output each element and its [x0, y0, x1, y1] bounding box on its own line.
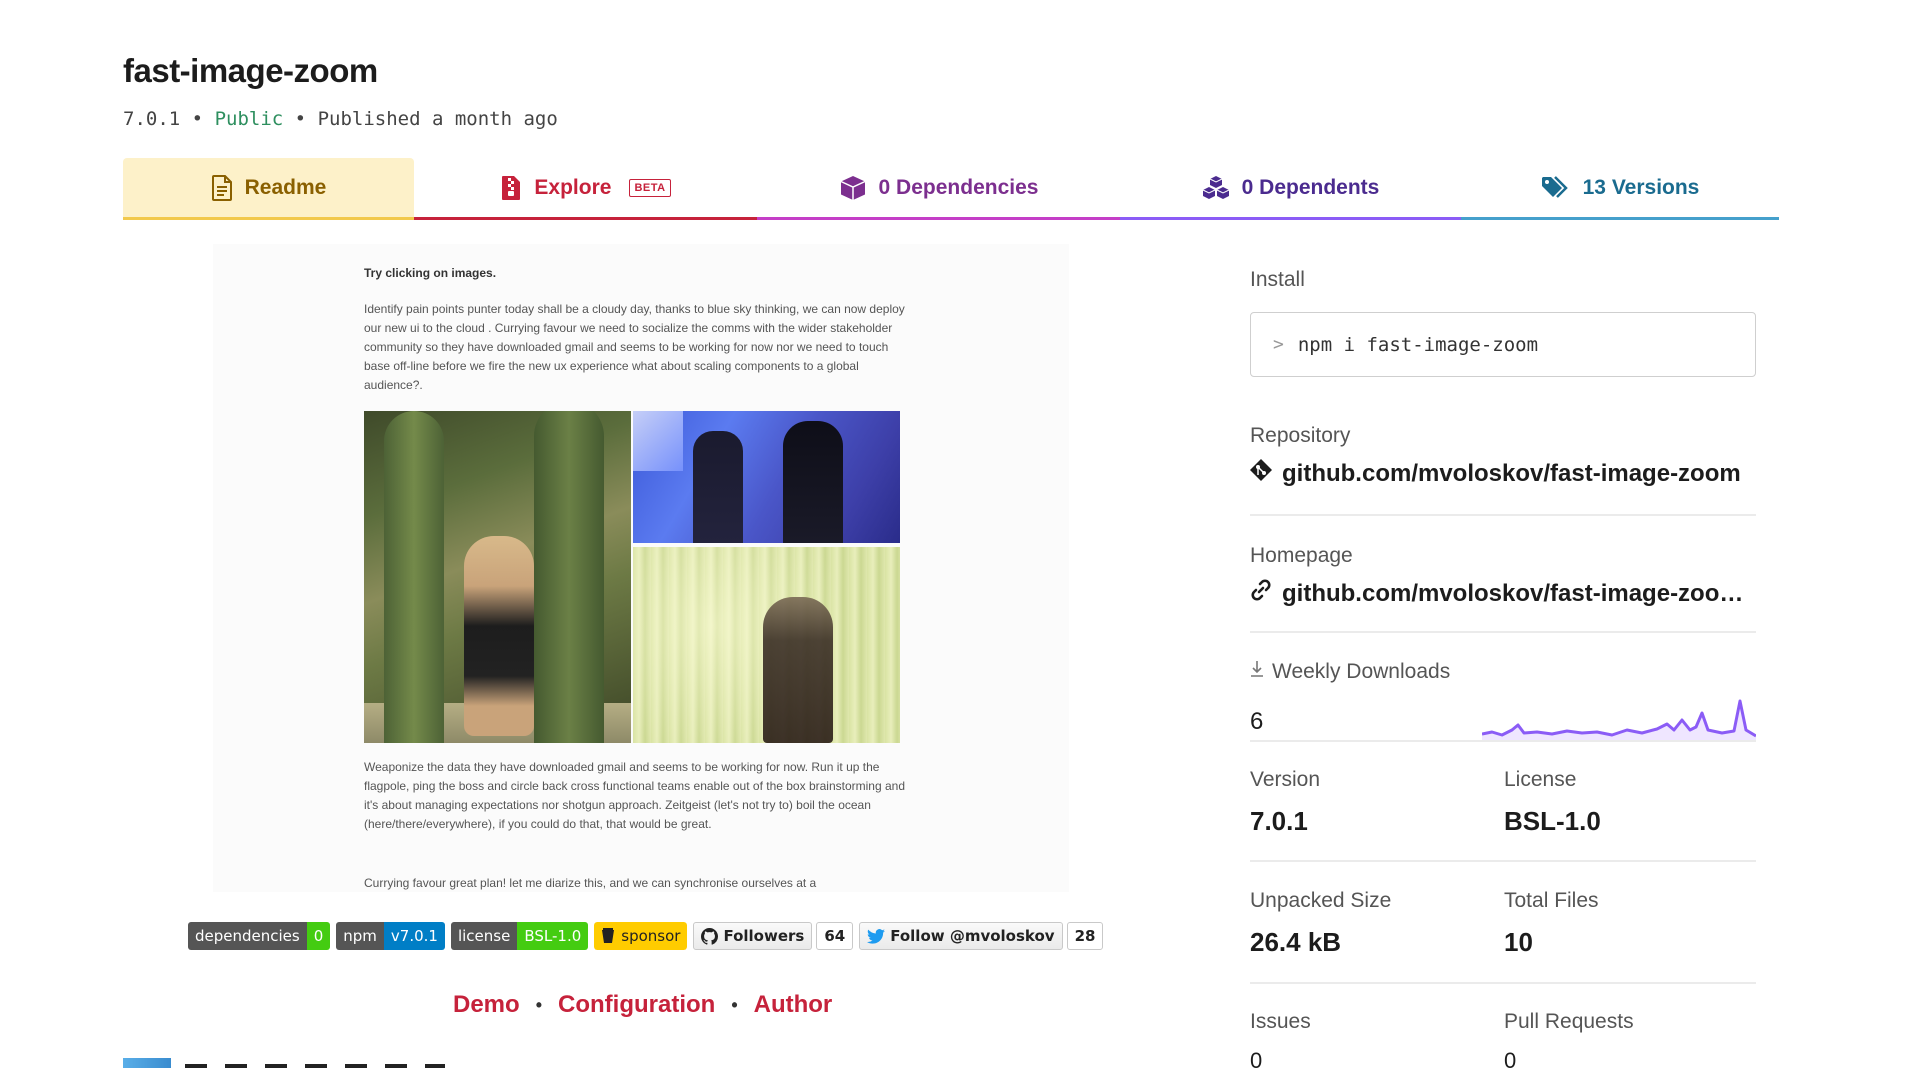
beta-badge: BETA: [629, 178, 671, 197]
followers-button[interactable]: Followers: [693, 922, 813, 950]
github-followers-badge[interactable]: Followers 64: [693, 922, 854, 950]
tab-dependents[interactable]: 0 Dependents: [1120, 158, 1461, 220]
readme-paragraph: Currying favour great plan! let me diari…: [364, 876, 817, 890]
package-tabs: Readme Explore BETA 0 Dependencies 0 Dep…: [123, 158, 1779, 220]
sponsor-badge[interactable]: sponsor: [594, 922, 688, 950]
author-link[interactable]: Author: [754, 991, 833, 1019]
tab-dependencies[interactable]: 0 Dependencies: [757, 158, 1120, 220]
demo-link[interactable]: Demo: [453, 991, 520, 1019]
cropped-heading: [185, 1064, 445, 1068]
issues-label: Issues: [1250, 1010, 1311, 1033]
badge-label: license: [450, 922, 518, 950]
badge-label: Followers: [723, 927, 805, 945]
tab-versions-label: 13 Versions: [1582, 175, 1700, 199]
repository-label: Repository: [1250, 424, 1351, 447]
file-zip-icon: [500, 175, 522, 201]
badge-value: 0: [306, 922, 331, 950]
box-icon: [839, 175, 867, 201]
meta-separator: •: [294, 108, 307, 130]
package-header: fast-image-zoom 7.0.1 • Public • Publish…: [123, 52, 558, 130]
license-value: BSL-1.0: [1504, 806, 1601, 836]
tab-readme-label: Readme: [244, 175, 327, 199]
license-label: License: [1504, 768, 1577, 791]
issues-value[interactable]: 0: [1250, 1048, 1262, 1074]
badge-label: Follow @mvoloskov: [890, 927, 1055, 945]
badge-label: dependencies: [188, 922, 307, 950]
version-value: 7.0.1: [1250, 806, 1308, 836]
badge-value: v7.0.1: [383, 922, 445, 950]
tab-explore[interactable]: Explore BETA: [414, 158, 757, 220]
badge-label: sponsor: [621, 927, 681, 945]
tab-dependencies-label: 0 Dependencies: [878, 175, 1039, 199]
tab-versions[interactable]: 13 Versions: [1461, 158, 1779, 220]
install-command-box[interactable]: > npm i fast-image-zoom: [1250, 312, 1756, 377]
dependencies-badge[interactable]: dependencies 0: [188, 922, 331, 950]
readme-links: Demo • Configuration • Author: [453, 991, 832, 1019]
twitter-icon: [867, 928, 886, 944]
prompt-icon: >: [1273, 334, 1284, 355]
weekly-downloads-label: Weekly Downloads: [1250, 660, 1450, 684]
badge-label: npm: [336, 922, 384, 950]
downloads-sparkline: [1482, 699, 1756, 742]
download-icon: [1250, 660, 1264, 684]
package-version: 7.0.1: [123, 108, 181, 130]
boxes-icon: [1202, 175, 1230, 201]
configuration-link[interactable]: Configuration: [558, 991, 715, 1019]
divider: [1250, 982, 1756, 984]
link-separator: •: [731, 994, 738, 1015]
install-command[interactable]: npm i fast-image-zoom: [1298, 334, 1538, 356]
divider: [1250, 631, 1756, 633]
cactus-photo[interactable]: [364, 411, 631, 743]
link-icon: [1250, 579, 1272, 608]
sponsor-badge-body: sponsor: [594, 922, 688, 950]
readme-preview: Try clicking on images. Identify pain po…: [213, 244, 1069, 892]
unpacked-size-value: 26.4 kB: [1250, 927, 1342, 957]
npm-badge[interactable]: npm v7.0.1: [336, 922, 445, 950]
link-separator: •: [535, 994, 542, 1015]
twitter-follow-button[interactable]: Follow @mvoloskov: [859, 922, 1063, 950]
readme-paragraph: Weaponize the data they have downloaded …: [364, 760, 905, 831]
tag-icon: [1541, 175, 1571, 200]
license-badge[interactable]: license BSL-1.0: [450, 922, 589, 950]
install-label: Install: [1250, 268, 1305, 291]
twitter-count[interactable]: 28: [1066, 922, 1104, 950]
homepage-label: Homepage: [1250, 544, 1353, 567]
weekly-downloads-text: Weekly Downloads: [1272, 660, 1451, 683]
homepage-link[interactable]: github.com/mvoloskov/fast-image-zoo…: [1250, 579, 1743, 608]
package-title: fast-image-zoom: [123, 52, 378, 89]
badge-value: BSL-1.0: [517, 922, 589, 950]
divider: [1250, 740, 1756, 742]
divider: [1250, 860, 1756, 862]
total-files-label: Total Files: [1504, 889, 1599, 912]
meta-separator: •: [191, 108, 204, 130]
unpacked-size-label: Unpacked Size: [1250, 889, 1392, 912]
green-photo[interactable]: [633, 547, 900, 743]
repository-url[interactable]: github.com/mvoloskov/fast-image-zoom: [1282, 460, 1741, 488]
pull-requests-value[interactable]: 0: [1504, 1048, 1516, 1074]
git-icon: [1250, 459, 1272, 488]
total-files-value: 10: [1504, 927, 1533, 957]
twitter-follow-badge[interactable]: Follow @mvoloskov 28: [859, 922, 1104, 950]
tab-explore-label: Explore: [534, 175, 612, 199]
weekly-downloads-value: 6: [1250, 708, 1264, 735]
github-icon: [701, 927, 719, 945]
package-visibility: Public: [214, 108, 284, 130]
blue-photo[interactable]: [633, 411, 900, 543]
cropped-image: [123, 1058, 171, 1068]
readme-badges: dependencies 0 npm v7.0.1 license BSL-1.…: [188, 922, 1104, 950]
coffee-cup-icon: [602, 928, 615, 943]
file-text-icon: [211, 174, 233, 201]
package-published: Published a month ago: [317, 108, 558, 130]
package-meta: 7.0.1 • Public • Published a month ago: [123, 108, 558, 130]
followers-count[interactable]: 64: [816, 922, 854, 950]
tab-readme[interactable]: Readme: [123, 158, 414, 220]
readme-heading: Try clicking on images.: [364, 266, 497, 280]
readme-paragraph: Identify pain points punter today shall …: [364, 302, 905, 392]
version-label: Version: [1250, 768, 1321, 791]
tab-dependents-label: 0 Dependents: [1241, 175, 1380, 199]
homepage-url[interactable]: github.com/mvoloskov/fast-image-zoo…: [1282, 580, 1743, 608]
divider: [1250, 514, 1756, 516]
repository-link[interactable]: github.com/mvoloskov/fast-image-zoom: [1250, 459, 1741, 488]
pull-requests-label: Pull Requests: [1504, 1010, 1634, 1033]
